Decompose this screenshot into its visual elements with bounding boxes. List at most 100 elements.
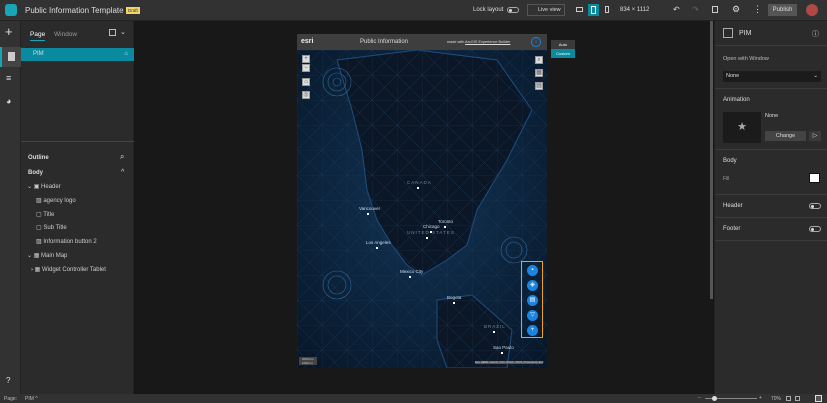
outline-title: Outline	[28, 155, 49, 161]
change-animation-button[interactable]: Change	[765, 131, 806, 141]
scale-bar: 2000 km 1000 mi	[299, 357, 317, 365]
city-label: Toronto	[438, 219, 454, 228]
fill-color-swatch[interactable]	[809, 173, 820, 183]
lock-layout-toggle[interactable]	[507, 7, 519, 13]
outline-item-sub-title[interactable]: ▢ Sub Title	[36, 224, 67, 231]
save-icon[interactable]	[712, 6, 718, 13]
outline-item-title[interactable]: ▢ Title	[36, 211, 54, 218]
chevron-up-icon[interactable]: ^	[121, 169, 124, 176]
undo-icon[interactable]: ↶	[673, 5, 680, 14]
canvas-scrollbar[interactable]	[710, 21, 713, 299]
toggle-panel-icon[interactable]	[815, 395, 822, 402]
size-auto-option[interactable]: Auto	[551, 40, 575, 49]
redo-icon[interactable]: ↷	[692, 5, 699, 14]
desktop-device-icon[interactable]	[576, 7, 583, 12]
map[interactable]	[297, 50, 547, 368]
right-panel: PIM ⓘ Open with Window None ⌄ Animation ★…	[714, 21, 827, 394]
panel-title: PIM	[739, 30, 752, 37]
locate-button[interactable]: ◎	[302, 91, 310, 99]
city-label: Sao Paulo	[493, 345, 514, 354]
tablet-device-icon[interactable]	[588, 4, 599, 16]
esri-logo: esri	[301, 38, 314, 45]
app-header[interactable]: esri Public Information made with ArcGIS…	[297, 34, 547, 50]
zoom-out-icon[interactable]: −	[698, 395, 701, 401]
tab-window[interactable]: Window	[54, 31, 77, 38]
app-frame: esri Public Information made with ArcGIS…	[297, 34, 547, 368]
device-size-dropdown[interactable]: 834 × 1112	[620, 7, 649, 13]
zoom-out-button[interactable]: −	[302, 64, 310, 72]
avatar[interactable]	[806, 4, 818, 16]
window-select-value: None	[726, 73, 740, 79]
zoom-in-icon[interactable]: +	[759, 395, 762, 401]
fit-width-icon[interactable]	[786, 396, 791, 401]
builder-link[interactable]: ArcGIS Experience Builder	[465, 40, 510, 44]
home-button[interactable]: ⌂	[302, 78, 310, 86]
open-with-window-label: Open with Window	[723, 56, 769, 62]
body-label: Body	[723, 158, 737, 164]
help-icon[interactable]: ⓘ	[812, 29, 819, 39]
header-toggle[interactable]	[809, 203, 821, 209]
outline-item-agency-logo[interactable]: ▨ agency logo	[36, 197, 76, 204]
page-label: PIM	[33, 51, 44, 57]
zoom-in-button[interactable]: +	[302, 55, 310, 63]
info-button[interactable]: i	[531, 37, 541, 47]
filter-widget-icon[interactable]: ▽	[527, 310, 538, 321]
bookmark-widget-icon[interactable]: ▪	[527, 265, 538, 276]
outline-body[interactable]: Body	[28, 170, 43, 176]
zoom-slider[interactable]	[705, 396, 757, 401]
outline-item-header[interactable]: ⌄ ▣ Header	[27, 183, 61, 190]
chevron-down-icon[interactable]: ⌄	[120, 28, 126, 36]
chevron-down-icon: ⌄	[813, 73, 818, 79]
country-label: CANADA	[407, 180, 432, 189]
star-icon: ★	[737, 121, 747, 133]
play-animation-button[interactable]: ▷	[809, 131, 821, 141]
city-label: Vancouver	[359, 206, 381, 215]
status-bar: Page: PIM ^ − + 70%	[0, 394, 827, 403]
search-icon[interactable]: ⌕	[120, 152, 124, 162]
help-icon[interactable]: ?	[6, 376, 10, 385]
country-label: BRAZIL	[484, 324, 506, 333]
page-icon[interactable]	[0, 47, 21, 67]
basemap-button[interactable]: ▦	[535, 69, 543, 77]
size-mode-menu: Auto Custom	[551, 40, 575, 58]
add-icon[interactable]: +	[5, 24, 13, 39]
more-icon[interactable]: ⋮	[753, 4, 762, 15]
window-select[interactable]: None ⌄	[723, 71, 821, 82]
footer-label: Footer	[723, 226, 741, 232]
size-custom-option[interactable]: Custom	[551, 49, 575, 58]
legend-widget-icon[interactable]: ▤	[527, 295, 538, 306]
animation-preview: ★	[723, 112, 761, 143]
city-label: Bogota	[447, 295, 462, 304]
page-item-pim[interactable]: PIM ⌂	[21, 48, 134, 61]
data-icon[interactable]: ≡	[6, 73, 11, 83]
outline-item-main-map[interactable]: ⌄ ▦ Main Map	[27, 252, 67, 259]
page-status-dropdown[interactable]: PIM ^	[25, 396, 38, 402]
outline-item-widget-controller[interactable]: › ▦ Widget Controller Tablet	[31, 266, 106, 273]
settings-icon[interactable]: ⚙	[732, 4, 740, 15]
add-widget-icon[interactable]: +	[527, 325, 538, 336]
add-page-icon[interactable]	[109, 29, 116, 36]
fit-height-icon[interactable]	[795, 396, 800, 401]
live-view-button[interactable]: Live view	[527, 4, 565, 16]
widget-controller[interactable]: ▪ ◈ ▤ ▽ +	[521, 261, 543, 338]
phone-device-icon[interactable]	[605, 6, 609, 13]
page-status-label: Page:	[4, 396, 18, 402]
city-label: Los Angeles	[366, 240, 391, 249]
app-logo[interactable]	[5, 4, 17, 16]
publish-label: Publish	[772, 7, 793, 13]
lock-layout-label: Lock layout	[473, 7, 504, 13]
left-panel: Page Window ⌄ PIM ⌂ Outline ⌕ Body ^ ⌄ ▣ …	[21, 21, 134, 394]
app-title-text: Public Information	[360, 39, 409, 45]
publish-button[interactable]: Publish	[768, 4, 797, 16]
layers-widget-icon[interactable]: ◈	[527, 280, 538, 291]
tab-page[interactable]: Page	[30, 31, 46, 41]
animation-value: None	[765, 113, 779, 119]
layers-button[interactable]: ▤	[535, 82, 543, 90]
search-map-button[interactable]: ⌕	[535, 56, 543, 64]
draft-badge: Draft	[126, 7, 140, 14]
outline-item-information-button[interactable]: ▨ Information button 2	[36, 238, 97, 245]
footer-toggle[interactable]	[809, 226, 821, 232]
made-with-text: made with ArcGIS Experience Builder	[447, 40, 511, 44]
theme-icon[interactable]: ◕	[6, 96, 11, 106]
city-label: Chicago	[423, 224, 440, 233]
